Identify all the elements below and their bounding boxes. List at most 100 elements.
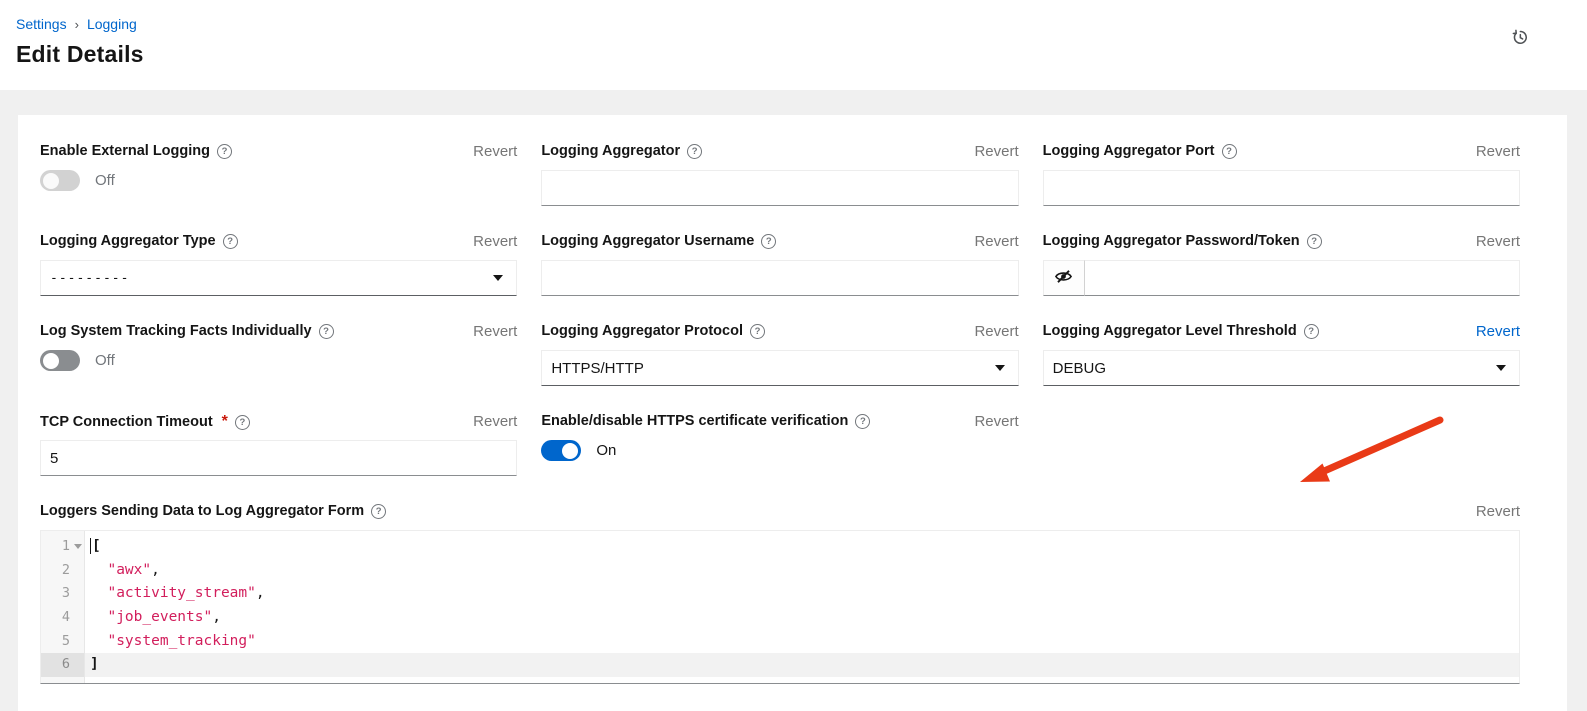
line-number: 6 — [41, 653, 84, 677]
field-label: TCP Connection Timeout — [40, 414, 213, 430]
revert-button[interactable]: Revert — [974, 413, 1018, 431]
help-icon[interactable]: ? — [687, 144, 702, 159]
field-label: Enable/disable HTTPS certificate verific… — [541, 413, 848, 429]
revert-button[interactable]: Revert — [974, 233, 1018, 251]
help-icon[interactable]: ? — [223, 234, 238, 249]
field-enable-external-logging: Enable External Logging ? Revert Off — [40, 143, 517, 206]
settings-form-card: Enable External Logging ? Revert Off Log… — [18, 115, 1567, 711]
code-line: "awx", — [85, 559, 1519, 583]
json-code-editor[interactable]: 1 2 3 4 5 6 [ "awx", "activity_stream", … — [40, 530, 1520, 684]
chevron-right-icon: › — [75, 17, 79, 32]
revert-button[interactable]: Revert — [473, 143, 517, 161]
logging-aggregator-port-input[interactable] — [1043, 170, 1520, 206]
revert-button[interactable]: Revert — [1476, 233, 1520, 251]
toggle-state-label: Off — [95, 352, 115, 369]
help-icon[interactable]: ? — [217, 144, 232, 159]
help-icon[interactable]: ? — [1222, 144, 1237, 159]
revert-button[interactable]: Revert — [473, 323, 517, 341]
empty-grid-cell — [1043, 413, 1520, 476]
history-icon — [1511, 34, 1529, 49]
history-icon-button[interactable] — [1511, 28, 1529, 49]
logging-aggregator-level-threshold-select[interactable]: DEBUG — [1043, 350, 1520, 386]
caret-down-icon — [493, 275, 503, 281]
select-value: HTTPS/HTTP — [551, 360, 644, 377]
revert-button[interactable]: Revert — [974, 323, 1018, 341]
logging-aggregator-username-input[interactable] — [541, 260, 1018, 296]
field-loggers-sending-data: Loggers Sending Data to Log Aggregator F… — [40, 503, 1520, 684]
required-asterisk: * — [222, 413, 228, 431]
code-line: [ — [85, 535, 1519, 559]
field-logging-aggregator-username: Logging Aggregator Username ? Revert — [541, 233, 1018, 296]
field-label: Logging Aggregator Protocol — [541, 323, 743, 339]
help-icon[interactable]: ? — [235, 415, 250, 430]
help-icon[interactable]: ? — [761, 234, 776, 249]
toggle-log-system-tracking[interactable] — [40, 350, 80, 371]
field-label: Logging Aggregator Port — [1043, 143, 1215, 159]
code-line: "system_tracking" — [85, 630, 1519, 654]
logging-aggregator-type-select[interactable]: --------- — [40, 260, 517, 296]
caret-down-icon — [995, 365, 1005, 371]
toggle-state-label: Off — [95, 172, 115, 189]
field-label: Logging Aggregator Level Threshold — [1043, 323, 1297, 339]
revert-button[interactable]: Revert — [1476, 323, 1520, 341]
select-value: --------- — [50, 271, 129, 286]
line-number-gutter: 1 2 3 4 5 6 — [41, 531, 85, 683]
code-line: ] — [85, 653, 1519, 677]
field-label: Enable External Logging — [40, 143, 210, 159]
logging-aggregator-protocol-select[interactable]: HTTPS/HTTP — [541, 350, 1018, 386]
toggle-https-cert-verification[interactable] — [541, 440, 581, 461]
help-icon[interactable]: ? — [1307, 234, 1322, 249]
help-icon[interactable]: ? — [371, 504, 386, 519]
help-icon[interactable]: ? — [750, 324, 765, 339]
line-number: 5 — [41, 630, 84, 654]
code-line: "activity_stream", — [85, 582, 1519, 606]
field-label: Logging Aggregator Password/Token — [1043, 233, 1300, 249]
revert-button[interactable]: Revert — [1476, 143, 1520, 161]
page-title: Edit Details — [16, 41, 1563, 68]
help-icon[interactable]: ? — [855, 414, 870, 429]
page-background: Enable External Logging ? Revert Off Log… — [0, 90, 1587, 711]
revert-button[interactable]: Revert — [473, 413, 517, 431]
eye-slash-icon — [1054, 267, 1073, 289]
help-icon[interactable]: ? — [1304, 324, 1319, 339]
field-label: Loggers Sending Data to Log Aggregator F… — [40, 503, 364, 519]
code-content[interactable]: [ "awx", "activity_stream", "job_events"… — [85, 531, 1519, 683]
toggle-enable-external-logging[interactable] — [40, 170, 80, 191]
page-header: Settings › Logging Edit Details — [0, 0, 1587, 90]
field-logging-aggregator-port: Logging Aggregator Port ? Revert — [1043, 143, 1520, 206]
field-label: Logging Aggregator — [541, 143, 680, 159]
line-number: 2 — [41, 559, 84, 583]
field-logging-aggregator-protocol: Logging Aggregator Protocol ? Revert HTT… — [541, 323, 1018, 386]
tcp-connection-timeout-input[interactable] — [40, 440, 517, 476]
caret-down-icon — [1496, 365, 1506, 371]
breadcrumb-link-logging[interactable]: Logging — [87, 16, 137, 32]
field-logging-aggregator-type: Logging Aggregator Type ? Revert -------… — [40, 233, 517, 296]
line-number: 4 — [41, 606, 84, 630]
field-log-system-tracking-facts: Log System Tracking Facts Individually ?… — [40, 323, 517, 386]
fold-caret-icon[interactable] — [74, 544, 82, 549]
text-cursor — [90, 538, 91, 554]
help-icon[interactable]: ? — [319, 324, 334, 339]
field-label: Logging Aggregator Username — [541, 233, 754, 249]
line-number: 1 — [41, 535, 84, 559]
field-https-certificate-verification: Enable/disable HTTPS certificate verific… — [541, 413, 1018, 476]
logging-aggregator-input[interactable] — [541, 170, 1018, 206]
select-value: DEBUG — [1053, 360, 1106, 377]
revert-button[interactable]: Revert — [1476, 503, 1520, 521]
toggle-state-label: On — [596, 442, 616, 459]
revert-button[interactable]: Revert — [473, 233, 517, 251]
form-grid: Enable External Logging ? Revert Off Log… — [40, 143, 1520, 476]
toggle-password-visibility-button[interactable] — [1043, 260, 1085, 296]
field-logging-aggregator-level-threshold: Logging Aggregator Level Threshold ? Rev… — [1043, 323, 1520, 386]
line-number: 3 — [41, 582, 84, 606]
code-line: "job_events", — [85, 606, 1519, 630]
logging-aggregator-password-input[interactable] — [1085, 260, 1520, 296]
field-label: Logging Aggregator Type — [40, 233, 216, 249]
field-logging-aggregator-password: Logging Aggregator Password/Token ? Reve… — [1043, 233, 1520, 296]
field-logging-aggregator: Logging Aggregator ? Revert — [541, 143, 1018, 206]
breadcrumb-link-settings[interactable]: Settings — [16, 16, 67, 32]
field-label: Log System Tracking Facts Individually — [40, 323, 312, 339]
field-tcp-connection-timeout: TCP Connection Timeout * ? Revert — [40, 413, 517, 476]
breadcrumb: Settings › Logging — [16, 16, 1563, 32]
revert-button[interactable]: Revert — [974, 143, 1018, 161]
